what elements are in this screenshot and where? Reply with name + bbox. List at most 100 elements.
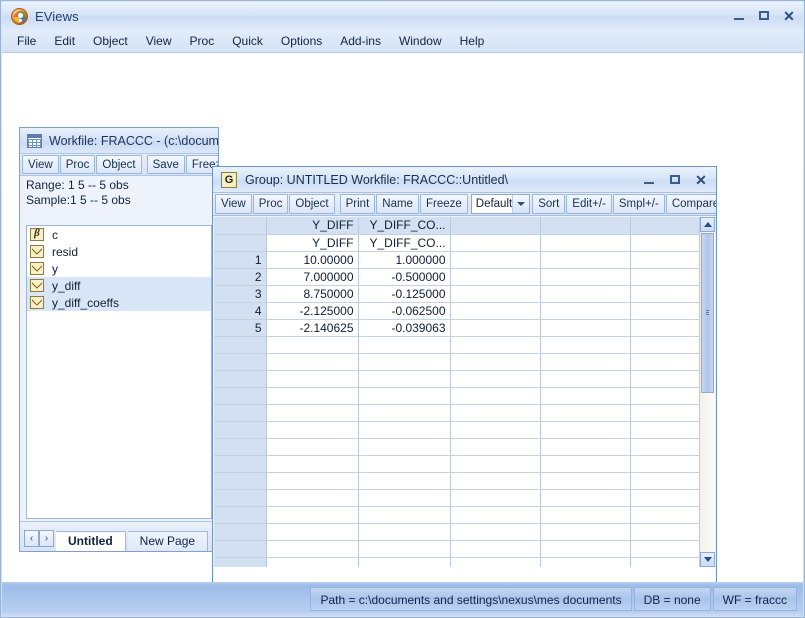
tab-prev-icon[interactable]: ‹ bbox=[24, 530, 39, 547]
row-header[interactable] bbox=[214, 438, 267, 456]
workfile-title-bar[interactable]: Workfile: FRACCC - (c:\docum bbox=[20, 128, 218, 154]
row-header[interactable] bbox=[214, 370, 267, 388]
data-cell[interactable] bbox=[630, 387, 699, 405]
data-cell[interactable] bbox=[450, 251, 541, 269]
menu-options[interactable]: Options bbox=[272, 31, 331, 51]
data-cell[interactable] bbox=[630, 404, 699, 422]
row-header[interactable]: 5 bbox=[214, 319, 267, 337]
data-cell[interactable] bbox=[630, 353, 699, 371]
row-header[interactable] bbox=[214, 523, 267, 541]
data-cell[interactable] bbox=[450, 353, 541, 371]
row-header[interactable] bbox=[214, 489, 267, 507]
data-cell[interactable] bbox=[540, 506, 631, 524]
data-cell[interactable] bbox=[266, 404, 359, 422]
data-cell[interactable]: -0.500000 bbox=[358, 268, 451, 286]
close-icon[interactable]: ✕ bbox=[781, 8, 797, 24]
group-compare-button[interactable]: Compare+/- bbox=[665, 194, 716, 214]
data-cell[interactable] bbox=[540, 540, 631, 558]
group-view-button[interactable]: View bbox=[215, 194, 252, 214]
data-cell[interactable]: 1.000000 bbox=[358, 251, 451, 269]
data-cell[interactable] bbox=[266, 557, 359, 567]
list-item[interactable]: c bbox=[27, 226, 211, 243]
row-header[interactable] bbox=[214, 404, 267, 422]
data-cell[interactable] bbox=[358, 455, 451, 473]
data-cell[interactable] bbox=[358, 370, 451, 388]
data-cell[interactable] bbox=[450, 557, 541, 567]
data-cell[interactable] bbox=[540, 404, 631, 422]
data-cell[interactable] bbox=[358, 523, 451, 541]
data-cell[interactable] bbox=[266, 387, 359, 405]
data-cell[interactable] bbox=[540, 387, 631, 405]
data-cell[interactable] bbox=[450, 523, 541, 541]
data-cell[interactable] bbox=[450, 421, 541, 439]
group-minimize-icon[interactable] bbox=[641, 172, 657, 188]
data-cell[interactable] bbox=[540, 285, 631, 303]
data-cell[interactable] bbox=[540, 268, 631, 286]
data-cell[interactable] bbox=[358, 353, 451, 371]
list-item[interactable]: resid bbox=[27, 243, 211, 260]
list-item[interactable]: y_diff bbox=[27, 277, 211, 294]
chevron-down-icon[interactable] bbox=[512, 195, 530, 213]
data-cell[interactable] bbox=[630, 319, 699, 337]
data-cell[interactable] bbox=[540, 319, 631, 337]
column-header[interactable]: Y_DIFF_CO... bbox=[358, 217, 451, 235]
wf-proc-button[interactable]: Proc bbox=[59, 155, 96, 174]
tab-new-page[interactable]: New Page bbox=[127, 531, 209, 551]
data-cell[interactable] bbox=[450, 370, 541, 388]
data-cell[interactable] bbox=[630, 268, 699, 286]
data-cell[interactable] bbox=[266, 438, 359, 456]
group-title-bar[interactable]: G Group: UNTITLED Workfile: FRACCC::Unti… bbox=[213, 167, 716, 193]
data-cell[interactable] bbox=[450, 404, 541, 422]
data-cell[interactable]: -0.125000 bbox=[358, 285, 451, 303]
row-header[interactable] bbox=[214, 472, 267, 490]
group-maximize-icon[interactable] bbox=[667, 172, 683, 188]
data-cell[interactable] bbox=[450, 268, 541, 286]
menu-add-ins[interactable]: Add-ins bbox=[331, 31, 390, 51]
data-cell[interactable] bbox=[630, 523, 699, 541]
scroll-up-icon[interactable] bbox=[700, 217, 715, 232]
data-cell[interactable] bbox=[358, 540, 451, 558]
data-cell[interactable] bbox=[540, 336, 631, 354]
tab-next-icon[interactable]: › bbox=[39, 530, 54, 547]
wf-object-button[interactable]: Object bbox=[96, 155, 142, 174]
view-mode-select[interactable]: Default bbox=[470, 194, 531, 214]
column-header[interactable]: Y_DIFF bbox=[266, 217, 359, 235]
data-cell[interactable] bbox=[630, 506, 699, 524]
row-header[interactable]: 3 bbox=[214, 285, 267, 303]
workfile-object-list[interactable]: c resid y y_diff y_diff_coeffs bbox=[26, 225, 212, 519]
series-name-cell[interactable]: Y_DIFF bbox=[266, 234, 359, 252]
row-header[interactable] bbox=[214, 506, 267, 524]
data-cell[interactable] bbox=[266, 455, 359, 473]
data-cell[interactable] bbox=[540, 472, 631, 490]
data-cell[interactable] bbox=[450, 302, 541, 320]
data-cell[interactable] bbox=[450, 489, 541, 507]
data-cell[interactable] bbox=[630, 336, 699, 354]
group-sample-button[interactable]: Smpl+/- bbox=[612, 194, 665, 214]
data-cell[interactable]: -0.039063 bbox=[358, 319, 451, 337]
group-print-button[interactable]: Print bbox=[339, 194, 376, 214]
data-cell[interactable] bbox=[358, 472, 451, 490]
group-sort-button[interactable]: Sort bbox=[532, 194, 566, 214]
data-cell[interactable] bbox=[540, 302, 631, 320]
data-cell[interactable] bbox=[630, 302, 699, 320]
series-name-cell[interactable] bbox=[450, 234, 541, 252]
data-cell[interactable] bbox=[266, 336, 359, 354]
data-cell[interactable] bbox=[630, 370, 699, 388]
vertical-scroll-thumb[interactable] bbox=[701, 233, 714, 393]
menu-file[interactable]: File bbox=[8, 31, 45, 51]
data-cell[interactable] bbox=[266, 421, 359, 439]
data-cell[interactable] bbox=[540, 455, 631, 473]
menu-help[interactable]: Help bbox=[451, 31, 494, 51]
data-cell[interactable] bbox=[266, 370, 359, 388]
menu-edit[interactable]: Edit bbox=[45, 31, 84, 51]
menu-object[interactable]: Object bbox=[84, 31, 137, 51]
data-cell[interactable] bbox=[540, 489, 631, 507]
group-edit-button[interactable]: Edit+/- bbox=[566, 194, 612, 214]
menu-proc[interactable]: Proc bbox=[181, 31, 224, 51]
column-header[interactable] bbox=[540, 217, 631, 235]
maximize-icon[interactable] bbox=[756, 8, 772, 24]
data-cell[interactable] bbox=[266, 506, 359, 524]
row-header[interactable] bbox=[214, 336, 267, 354]
list-item[interactable]: y bbox=[27, 260, 211, 277]
data-cell[interactable] bbox=[266, 472, 359, 490]
